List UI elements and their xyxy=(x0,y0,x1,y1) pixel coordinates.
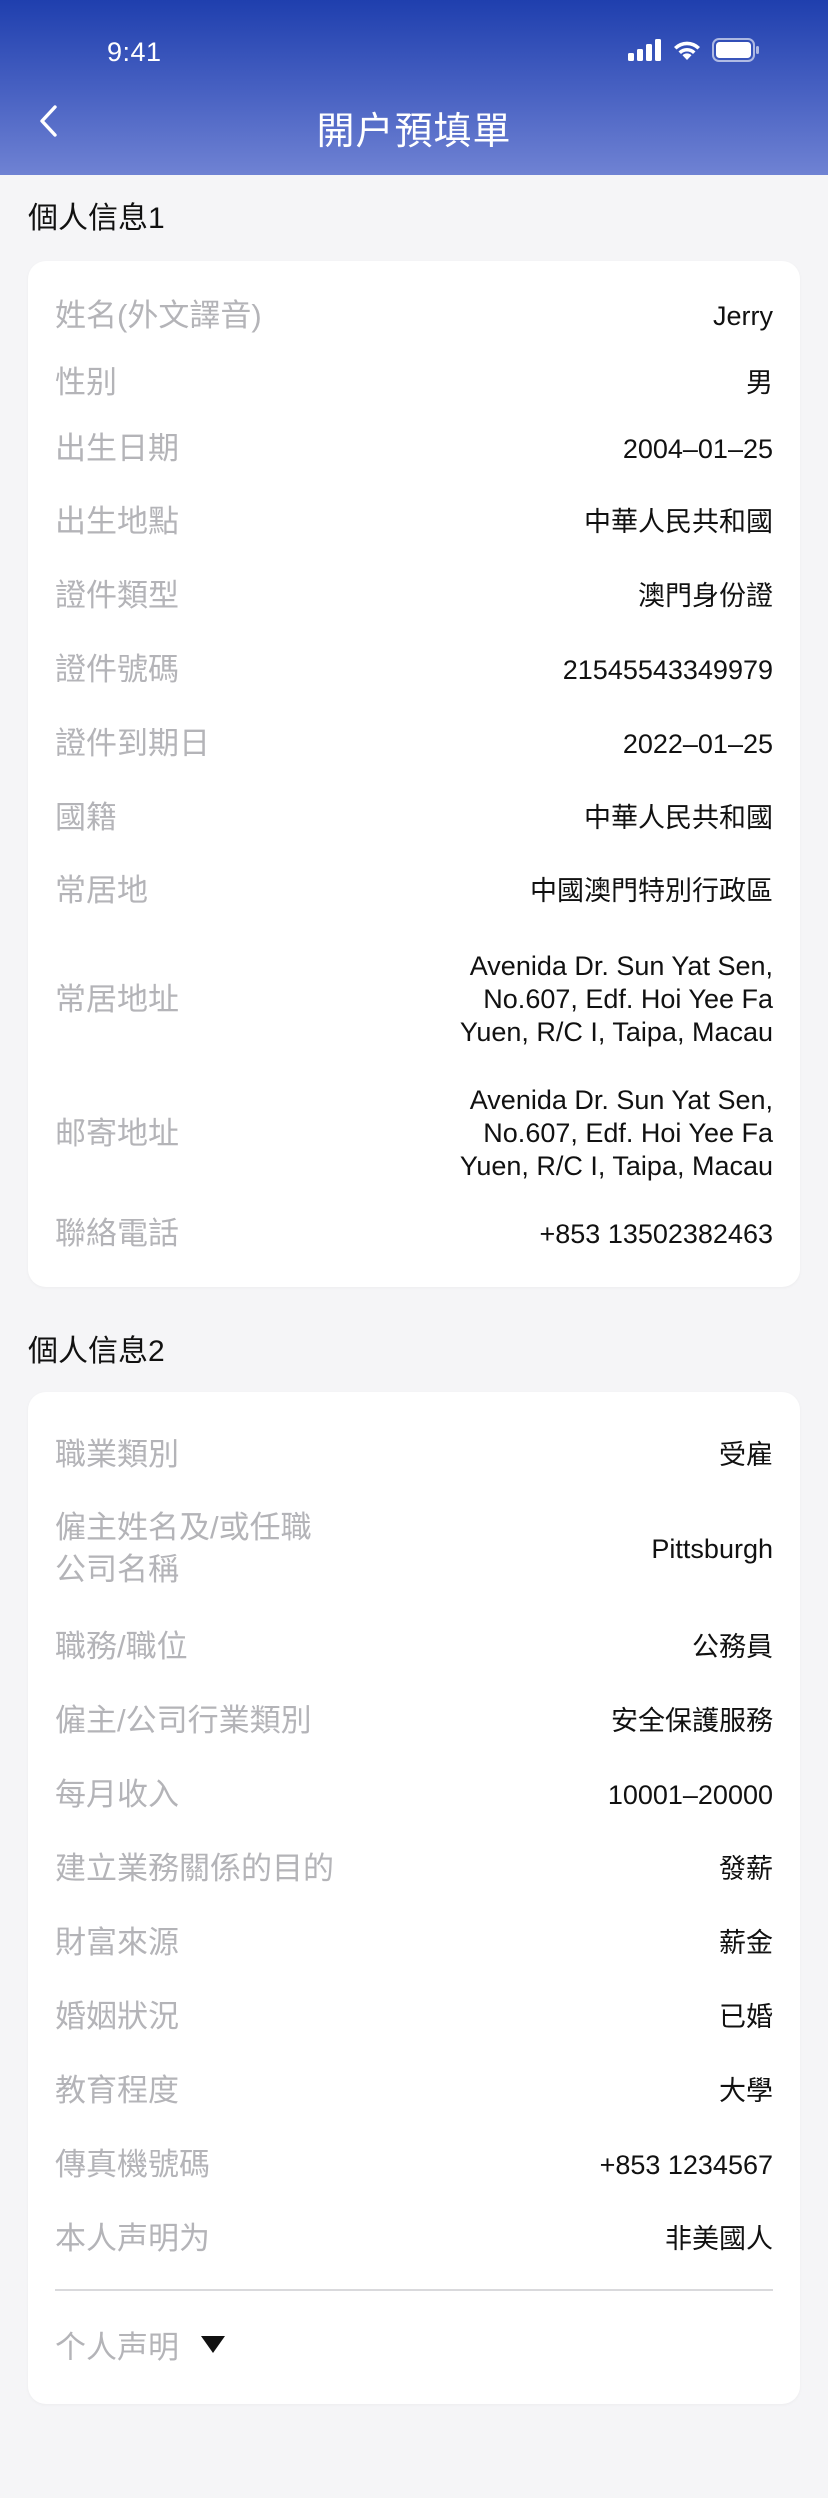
field-label: 建立業務關係的目的 xyxy=(55,1851,334,1886)
page-title: 開户預填單 xyxy=(316,111,512,153)
field-value: 中華人民共和國 xyxy=(584,506,773,537)
field-value: Pittsburgh xyxy=(651,1533,773,1564)
field-value-multiline: Avenida Dr. Sun Yat Sen, No.607, Edf. Ho… xyxy=(459,951,773,1047)
row-id-number: 證件號碼 21545543349979 xyxy=(55,649,773,691)
battery-icon xyxy=(712,38,760,67)
field-label: 財富來源 xyxy=(55,1925,179,1960)
field-value: 2004–01–25 xyxy=(622,433,773,464)
field-value: 大學 xyxy=(719,2075,773,2106)
field-value: 已婚 xyxy=(719,2001,773,2032)
row-industry: 僱主/公司行業類別 安全保護服務 xyxy=(55,1700,773,1742)
row-business-purpose: 建立業務關係的目的 發薪 xyxy=(55,1848,773,1890)
personal-declaration-toggle[interactable]: 个人声明 xyxy=(55,2322,225,2367)
status-icons xyxy=(628,38,760,67)
row-fax-number: 傳真機號碼 +853 1234567 xyxy=(55,2144,773,2186)
row-birth-place: 出生地點 中華人民共和國 xyxy=(55,501,773,543)
app-header: 9:41 開户預填單 xyxy=(0,0,828,175)
field-label: 證件號碼 xyxy=(55,652,179,687)
field-value: 21545543349979 xyxy=(562,654,773,685)
field-label: 姓名(外文譯音) xyxy=(55,298,262,333)
field-value: 非美國人 xyxy=(665,2223,773,2254)
field-value: 2022–01–25 xyxy=(622,728,773,759)
field-label: 常居地 xyxy=(55,873,148,908)
field-label: 出生地點 xyxy=(55,504,179,539)
field-label: 職務/職位 xyxy=(55,1629,188,1664)
field-value: 受雇 xyxy=(719,1439,773,1470)
field-label: 本人声明为 xyxy=(55,2221,210,2256)
field-label: 證件類型 xyxy=(55,578,179,613)
field-label: 教育程度 xyxy=(55,2073,179,2108)
field-label: 性别 xyxy=(55,365,117,400)
row-name: 姓名(外文譯音) Jerry xyxy=(55,295,773,337)
row-nationality: 國籍 中華人民共和國 xyxy=(55,797,773,839)
field-label: 出生日期 xyxy=(55,431,179,466)
section-title-personal-info-2: 個人信息2 xyxy=(28,1335,165,1368)
row-monthly-income: 每月收入 10001–20000 xyxy=(55,1774,773,1816)
field-label: 國籍 xyxy=(55,800,117,835)
row-id-expiry: 證件到期日 2022–01–25 xyxy=(55,723,773,765)
field-value: 發薪 xyxy=(719,1853,773,1884)
field-value: 男 xyxy=(746,367,773,398)
row-education: 教育程度 大學 xyxy=(55,2070,773,2112)
field-label: 僱主/公司行業類別 xyxy=(55,1703,312,1738)
row-contact-phone: 聯絡電話 +853 13502382463 xyxy=(55,1213,773,1255)
field-label: 婚姻狀況 xyxy=(55,1999,179,2034)
row-gender: 性别 男 xyxy=(55,362,773,404)
row-self-declaration: 本人声明为 非美國人 xyxy=(55,2218,773,2260)
divider xyxy=(55,2289,773,2291)
field-label: 聯絡電話 xyxy=(55,1216,179,1251)
field-value: 10001–20000 xyxy=(607,1779,773,1810)
field-value: 公務員 xyxy=(692,1631,773,1662)
field-label-multiline: 僱主姓名及/或任職 公司名稱 xyxy=(55,1510,312,1587)
row-employer: 僱主姓名及/或任職 公司名稱 Pittsburgh xyxy=(55,1507,773,1591)
personal-info-2-card: 職業類別 受雇 僱主姓名及/或任職 公司名稱 Pittsburgh 職務/職位 … xyxy=(28,1392,800,2404)
wifi-icon xyxy=(672,39,702,66)
row-id-type: 證件類型 澳門身份證 xyxy=(55,575,773,617)
field-value: +853 13502382463 xyxy=(539,1218,774,1249)
row-residential-address: 常居地址 Avenida Dr. Sun Yat Sen, No.607, Ed… xyxy=(55,950,773,1049)
field-label: 常居地址 xyxy=(55,981,179,1017)
row-marital-status: 婚姻狀況 已婚 xyxy=(55,1996,773,2038)
field-label: 證件到期日 xyxy=(55,726,210,761)
field-value: Jerry xyxy=(713,300,773,331)
row-occupation: 職業類別 受雇 xyxy=(55,1434,773,1476)
field-value: 安全保護服務 xyxy=(611,1705,773,1736)
row-wealth-source: 財富來源 薪金 xyxy=(55,1922,773,1964)
field-value: 薪金 xyxy=(719,1927,773,1958)
row-residence: 常居地 中國澳門特別行政區 xyxy=(55,870,773,912)
field-value: 澳門身份證 xyxy=(638,580,773,611)
field-label: 職業類別 xyxy=(55,1437,179,1472)
field-label: 傳真機號碼 xyxy=(55,2147,210,2182)
field-value: +853 1234567 xyxy=(599,2149,773,2180)
row-position: 職務/職位 公務員 xyxy=(55,1626,773,1668)
row-mailing-address: 邮寄地址 Avenida Dr. Sun Yat Sen, No.607, Ed… xyxy=(55,1084,773,1183)
field-value: 中華人民共和國 xyxy=(584,802,773,833)
row-birth-date: 出生日期 2004–01–25 xyxy=(55,428,773,470)
declaration-label: 个人声明 xyxy=(55,2330,179,2365)
field-value-multiline: Avenida Dr. Sun Yat Sen, No.607, Edf. Ho… xyxy=(459,1085,773,1181)
personal-info-1-card: 姓名(外文譯音) Jerry 性别 男 出生日期 2004–01–25 出生地點… xyxy=(28,261,800,1287)
triangle-down-icon xyxy=(201,2336,225,2353)
section-title-personal-info-1: 個人信息1 xyxy=(28,202,165,235)
signal-icon xyxy=(628,39,662,66)
field-value: 中國澳門特別行政區 xyxy=(530,875,773,906)
status-time: 9:41 xyxy=(107,37,162,67)
field-label: 邮寄地址 xyxy=(55,1115,179,1151)
field-label: 每月收入 xyxy=(55,1777,179,1812)
